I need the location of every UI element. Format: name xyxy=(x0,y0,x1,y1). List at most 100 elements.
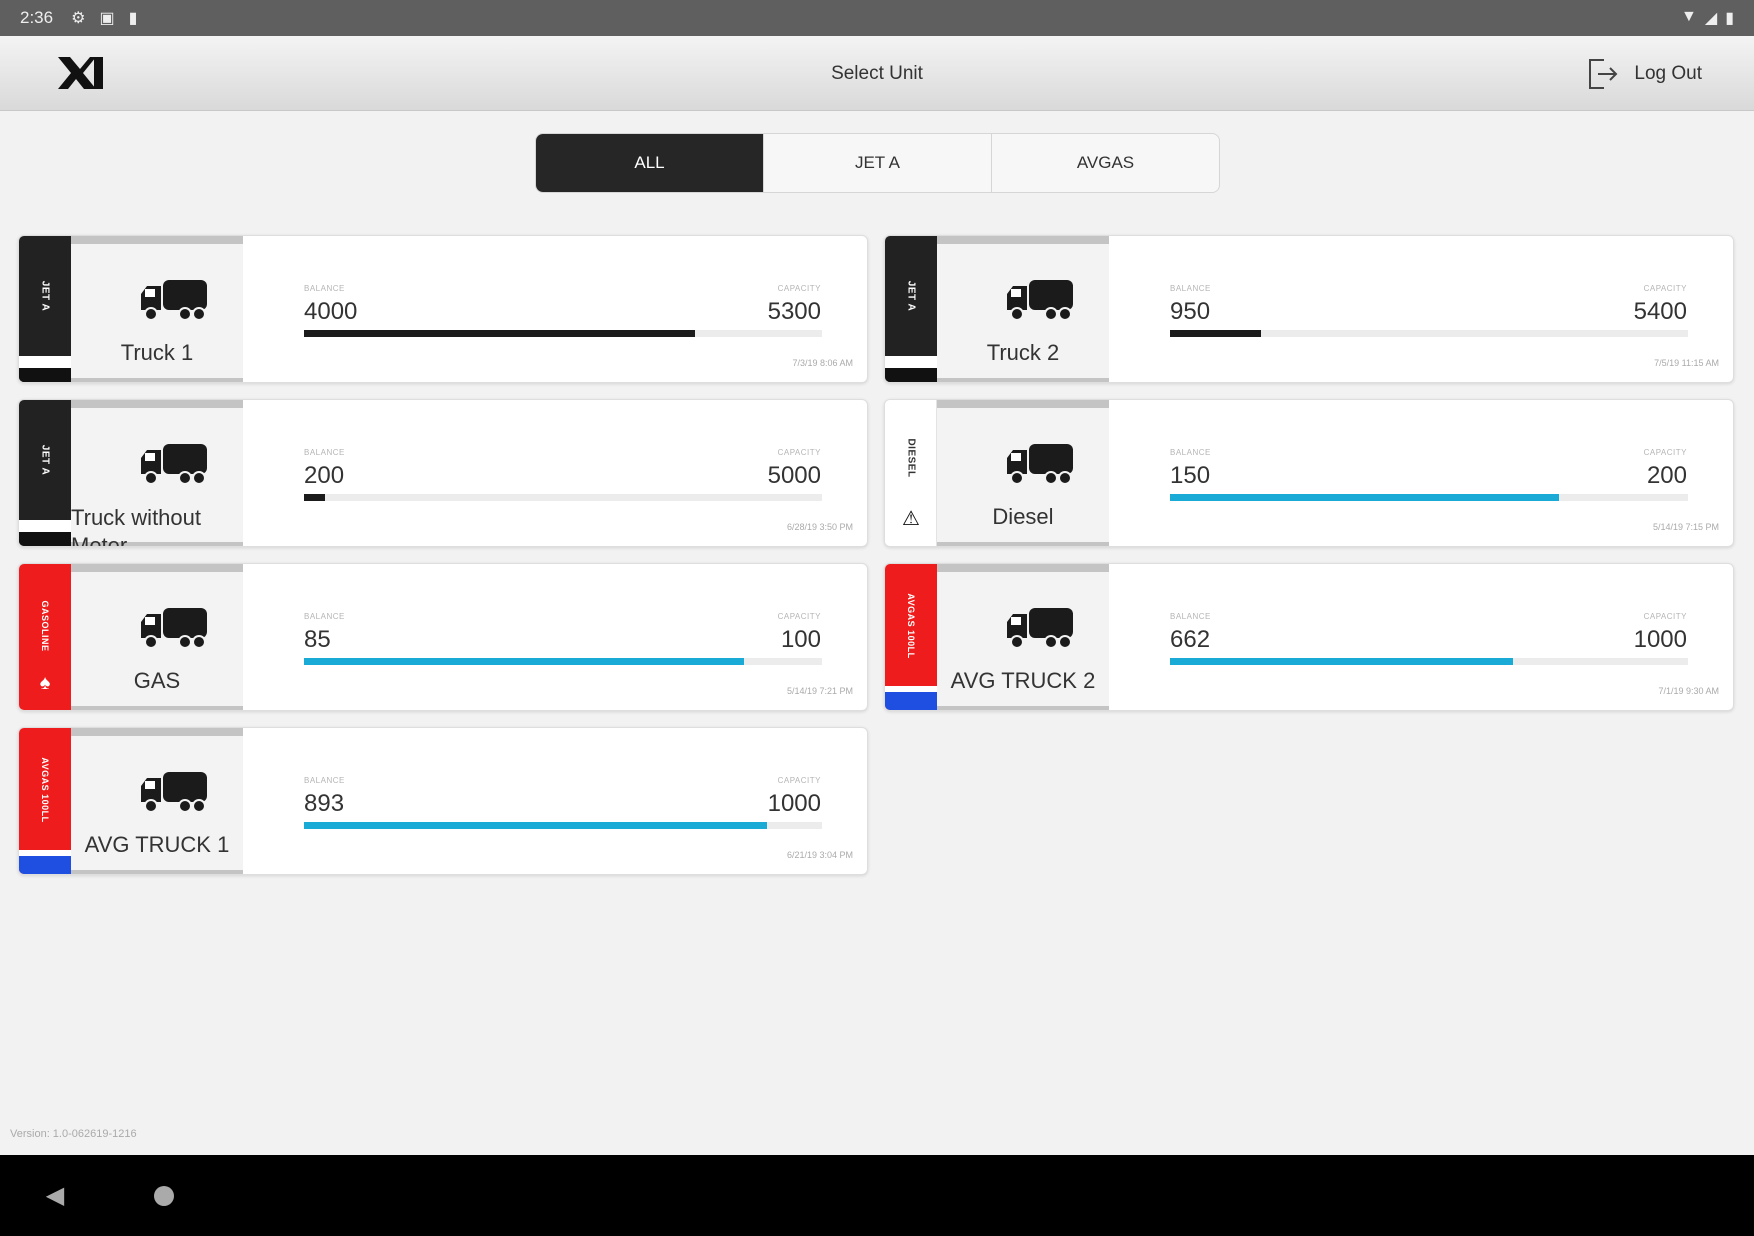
strip-footer xyxy=(19,356,71,382)
balance-value: 893 xyxy=(304,790,345,817)
unit-card-avg-truck-2[interactable]: AVGAS 100LL AVG TRUCK 2 BALANCE CAPACITY… xyxy=(884,563,1734,711)
fuel-type-strip: AVGAS 100LL xyxy=(19,728,71,874)
truck-icon xyxy=(141,772,207,813)
capacity-value: 100 xyxy=(780,626,821,653)
last-updated: 5/14/19 7:15 PM xyxy=(1652,522,1719,532)
fuel-level-fill xyxy=(1170,330,1262,337)
unit-card-avg-truck-1[interactable]: AVGAS 100LL AVG TRUCK 1 BALANCE CAPACITY… xyxy=(18,727,868,875)
capacity-label: CAPACITY xyxy=(1643,448,1687,457)
fuel-type-label: JET A xyxy=(905,280,917,312)
balance-label: BALANCE xyxy=(304,284,345,293)
last-updated: 7/3/19 8:06 AM xyxy=(792,358,853,368)
balance-label: BALANCE xyxy=(304,776,345,785)
balance-label: BALANCE xyxy=(304,612,345,621)
fuel-level-fill xyxy=(304,658,745,665)
strip-footer xyxy=(19,520,71,546)
truck-icon xyxy=(1007,280,1073,321)
fuel-level-fill xyxy=(304,822,767,829)
balance-value: 200 xyxy=(304,462,345,489)
last-updated: 6/21/19 3:04 PM xyxy=(786,850,853,860)
unit-card-truck-2[interactable]: JET A Truck 2 BALANCE CAPACITY 950 5400 … xyxy=(884,235,1734,383)
unit-name: AVG TRUCK 1 xyxy=(84,832,230,857)
capacity-value: 5000 xyxy=(767,462,821,489)
truck-icon xyxy=(1007,444,1073,485)
fuel-level-fill xyxy=(304,494,325,501)
fuel-type-strip: AVGAS 100LL xyxy=(885,564,937,710)
balance-label: BALANCE xyxy=(1170,612,1211,621)
balance-value: 950 xyxy=(1170,298,1211,325)
unit-name: AVG TRUCK 2 xyxy=(950,668,1096,693)
fuel-filter-tabs: ALL JET A AVGAS xyxy=(535,133,1220,193)
truck-icon xyxy=(141,608,207,649)
fuel-level-bar xyxy=(304,494,822,501)
fuel-type-label: AVGAS 100LL xyxy=(40,757,50,823)
battery-icon: ▮ xyxy=(1725,10,1734,27)
fuel-type-label: DIESEL xyxy=(905,438,917,478)
fuel-level-bar xyxy=(1170,494,1688,501)
avgas-blue-band xyxy=(19,850,71,874)
fuel-level-bar xyxy=(304,822,822,829)
tab-all[interactable]: ALL xyxy=(536,134,764,192)
capacity-value: 200 xyxy=(1646,462,1687,489)
sd-card-icon: ▮ xyxy=(128,10,138,27)
unit-card-truck-without-meter[interactable]: JET A Truck without Meter BALANCE CAPACI… xyxy=(18,399,868,547)
fuel-level-fill xyxy=(1170,494,1559,501)
balance-value: 662 xyxy=(1170,626,1211,653)
fuel-type-label: GASOLINE xyxy=(40,600,50,652)
back-icon[interactable]: ◀ xyxy=(40,1181,70,1211)
signal-icon: ◢ xyxy=(1704,10,1718,27)
balance-label: BALANCE xyxy=(1170,284,1211,293)
fuel-type-strip: JET A xyxy=(19,400,71,546)
truck-icon xyxy=(141,280,207,321)
system-nav-bar: ◀ xyxy=(0,1155,1754,1236)
fuel-type-strip: GASOLINE ♠ xyxy=(19,564,71,710)
capacity-value: 1000 xyxy=(767,790,821,817)
capacity-value: 1000 xyxy=(1633,626,1687,653)
unit-card-gas[interactable]: GASOLINE ♠ GAS BALANCE CAPACITY 85 100 5… xyxy=(18,563,868,711)
fuel-type-label: AVGAS 100LL xyxy=(906,593,916,659)
home-icon[interactable] xyxy=(154,1186,174,1206)
unit-name: Truck 2 xyxy=(986,340,1060,365)
page-title: Select Unit xyxy=(831,63,923,84)
fuel-level-fill xyxy=(1170,658,1513,665)
last-updated: 5/14/19 7:21 PM xyxy=(786,686,853,696)
fuel-type-label: JET A xyxy=(39,444,51,476)
tab-avgas[interactable]: AVGAS xyxy=(992,134,1219,192)
status-bar: 2:36 ⚙ ▣ ▮ ▼ ◢ ▮ xyxy=(0,0,1754,36)
capacity-value: 5300 xyxy=(767,298,821,325)
unit-box: Truck without Meter xyxy=(71,400,243,546)
unit-name: GAS xyxy=(133,668,181,693)
unit-box: AVG TRUCK 1 xyxy=(71,728,243,874)
fuel-type-strip: JET A xyxy=(19,236,71,382)
balance-value: 85 xyxy=(304,626,331,653)
balance-value: 150 xyxy=(1170,462,1211,489)
truck-icon xyxy=(1007,608,1073,649)
capacity-label: CAPACITY xyxy=(1643,612,1687,621)
fuel-level-bar xyxy=(304,658,822,665)
unit-card-truck-1[interactable]: JET A Truck 1 BALANCE CAPACITY 4000 5300… xyxy=(18,235,868,383)
capacity-label: CAPACITY xyxy=(777,612,821,621)
version-label: Version: 1.0-062619-1216 xyxy=(10,1128,137,1140)
balance-label: BALANCE xyxy=(1170,448,1211,457)
unit-card-diesel[interactable]: DIESEL ⚠ Diesel BALANCE CAPACITY 150 200… xyxy=(884,399,1734,547)
unit-box: Truck 2 xyxy=(937,236,1109,382)
logout-label: Log Out xyxy=(1634,63,1702,84)
logout-button[interactable]: Log Out xyxy=(1584,56,1702,92)
settings-notification-icon: ⚙ xyxy=(71,10,86,27)
logout-icon xyxy=(1589,59,1618,89)
fuel-level-bar xyxy=(1170,658,1688,665)
capacity-label: CAPACITY xyxy=(777,284,821,293)
fuel-level-fill xyxy=(304,330,696,337)
fuel-level-bar xyxy=(304,330,822,337)
unit-box: GAS xyxy=(71,564,243,710)
truck-icon xyxy=(141,444,207,485)
unit-name: Truck 1 xyxy=(120,340,194,365)
unit-name: Diesel xyxy=(992,504,1054,529)
fuel-level-bar xyxy=(1170,330,1688,337)
unit-box: Diesel xyxy=(937,400,1109,546)
status-time: 2:36 xyxy=(20,8,54,27)
balance-value: 4000 xyxy=(304,298,358,325)
wifi-icon: ▼ xyxy=(1681,8,1697,25)
tab-jet-a[interactable]: JET A xyxy=(764,134,992,192)
unit-box: Truck 1 xyxy=(71,236,243,382)
